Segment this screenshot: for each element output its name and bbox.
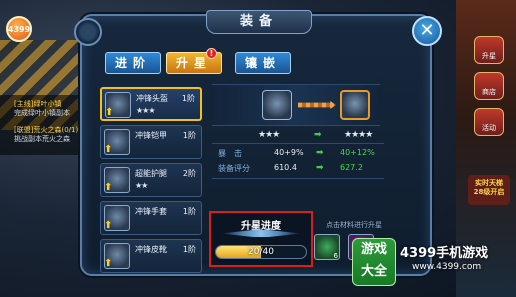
close-button[interactable]: ✕ [412,16,442,46]
tab-inlay[interactable]: 镶嵌 [235,52,291,74]
ladder-event-badge[interactable]: 实时天梯 28级开启 [468,175,510,205]
panel-corner-ornament [74,18,102,46]
divider [212,143,384,144]
progress-text: 20/40 [248,247,274,257]
equipment-item-gloves[interactable]: ⬆ 冲锋手套 1阶 [100,201,202,235]
leggings-icon: ⬆ [104,167,130,193]
equipment-list: ⬆ 冲锋头盔 1阶 ★★★ ⬆ 冲锋铠甲 1阶 ⬆ 超能护腿 2阶 ★★ ⬆ 冲… [100,87,204,275]
watermark-badge: 游戏 大全 [352,238,396,286]
equipment-item-leggings[interactable]: ⬆ 超能护腿 2阶 ★★ [100,163,202,197]
star-rating: ★★ [135,181,148,190]
upgraded-helmet-icon [340,90,370,120]
helmet-icon: ⬆ [105,92,131,118]
equipment-item-armor[interactable]: ⬆ 冲锋铠甲 1阶 [100,125,202,159]
equipment-item-helmet[interactable]: ⬆ 冲锋头盔 1阶 ★★★ [100,87,202,121]
stat-row-score: 装备评分 610.4 ➡ 627.2 [218,163,363,173]
side-button-upgrade[interactable]: 升星 [474,36,504,64]
star-rating: ★★★ [136,106,155,115]
close-icon: ✕ [419,20,435,41]
green-arrow-icon: ➡ [316,148,324,158]
gloves-icon: ⬆ [104,205,130,231]
progress-title: 升星进度 [241,221,281,232]
side-button-shop[interactable]: 商店 [474,72,504,100]
notification-badge: ! [206,48,217,59]
panel-title: 装备 [206,10,312,34]
quest-item[interactable]: [主线]绿叶小镇 完成绿叶小镇副本 [14,100,70,118]
green-arrow-icon: ➡ [314,130,322,140]
next-star-rating: ★★★★ [344,130,373,140]
upgrade-arrow-icon: ⬆ [104,144,113,155]
divider [212,178,384,179]
current-star-rating: ★★★ [258,130,280,140]
boots-icon: ⬆ [104,243,130,269]
current-helmet-icon [262,90,292,120]
quest-item[interactable]: [联盟]荒火之森(0/1) 挑战副本荒火之森 [14,126,78,144]
material-hint: 点击材料进行升星 [326,221,382,229]
brand-logo: 4399 [6,16,32,42]
material-slot[interactable]: 6 [314,234,340,260]
upgrade-arrow-icon: ⬆ [105,107,114,118]
progress-bar: 20/40 [215,245,307,259]
site-watermark: 游戏 大全 4399手机游戏 www.4399.com [352,236,514,292]
stat-row-crit: 暴 击 40+9% ➡ 40+12% [218,148,375,158]
upgrade-arrow-icon: ⬆ [104,220,113,231]
tab-advance[interactable]: 进阶 [105,52,161,74]
equipment-item-boots[interactable]: ⬆ 冲锋皮靴 1阶 [100,239,202,273]
star-progress-panel: 升星进度 20/40 [209,211,313,267]
side-button-event[interactable]: 活动 [474,108,504,136]
green-arrow-icon: ➡ [316,163,324,173]
upgrade-arrow-icon: ⬆ [104,258,113,269]
armor-icon: ⬆ [104,129,130,155]
upgrade-arrow-icon: ⬆ [104,182,113,193]
